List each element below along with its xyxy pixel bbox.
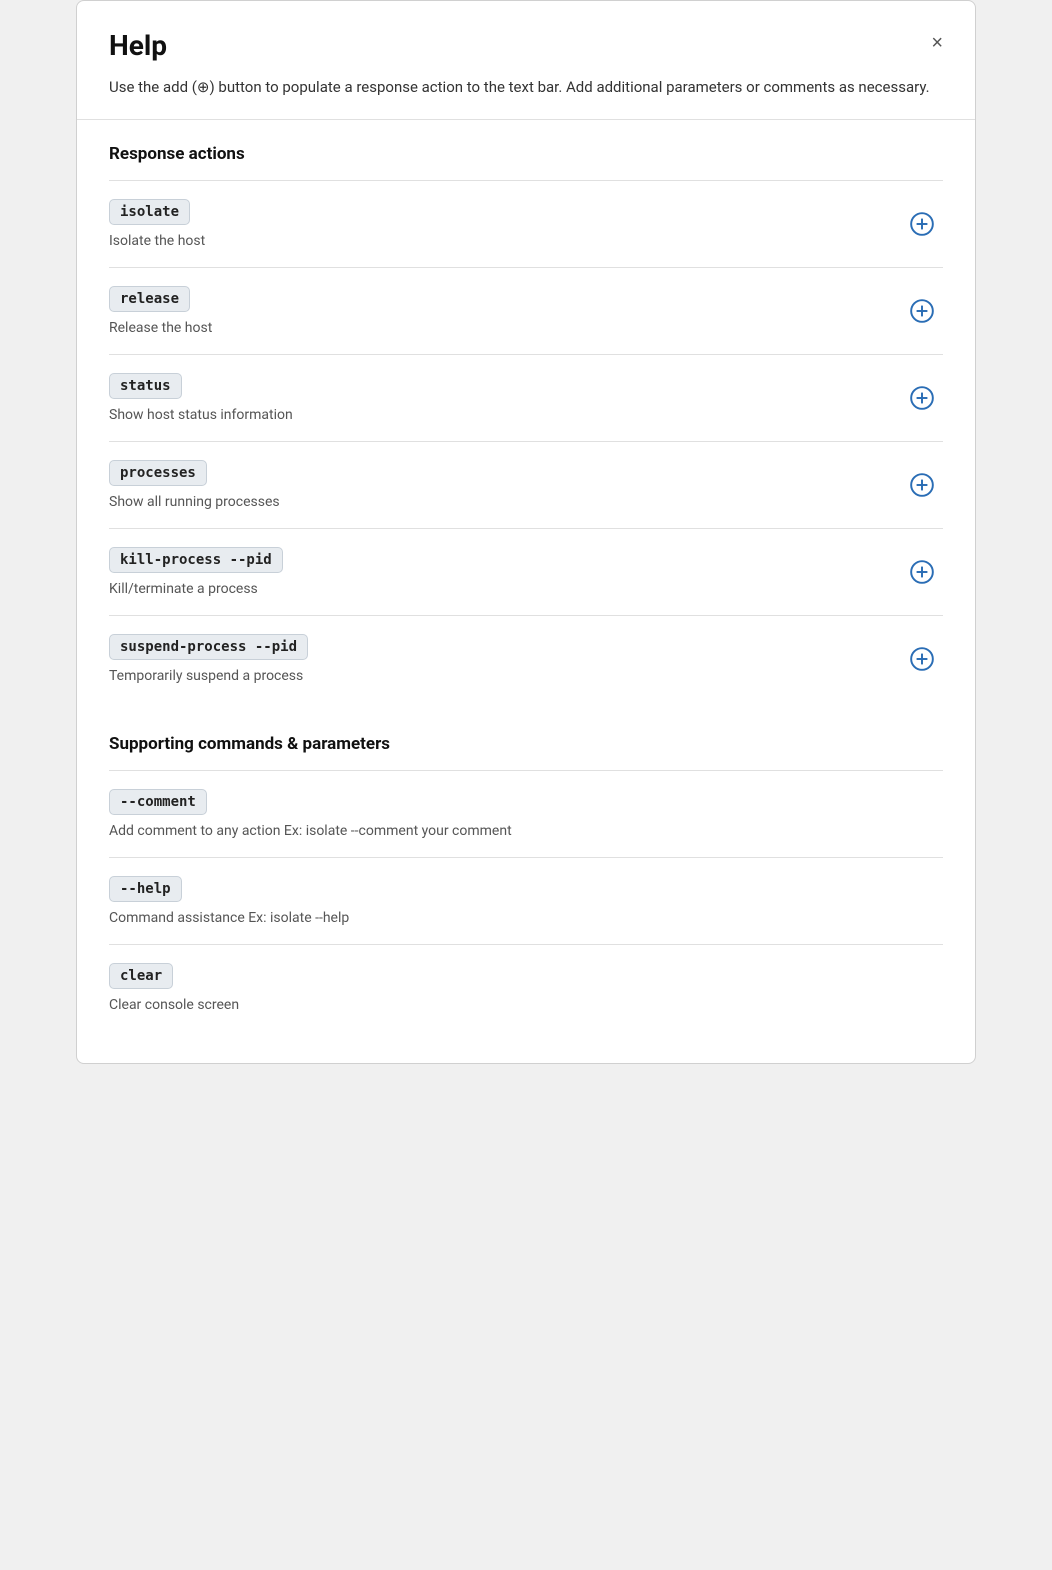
action-badge: release [109, 286, 190, 312]
add-action-button[interactable] [901, 294, 943, 328]
item-content: release Release the host [109, 286, 885, 336]
plus-circle-icon [909, 646, 935, 672]
add-action-button[interactable] [901, 207, 943, 241]
response-action-item: release Release the host [109, 267, 943, 354]
plus-circle-icon [909, 559, 935, 585]
supporting-section-title: Supporting commands & parameters [109, 734, 943, 754]
supporting-item: --help Command assistance Ex: isolate --… [109, 857, 943, 944]
add-action-button[interactable] [901, 642, 943, 676]
panel-title: Help [109, 29, 943, 62]
action-badge: isolate [109, 199, 190, 225]
action-badge: suspend-process --pid [109, 634, 308, 660]
response-actions-list: isolate Isolate the host release Release… [109, 180, 943, 702]
plus-circle-icon [909, 385, 935, 411]
supporting-item: --comment Add comment to any action Ex: … [109, 770, 943, 857]
supporting-item: clear Clear console screen [109, 944, 943, 1031]
response-action-item: processes Show all running processes [109, 441, 943, 528]
supporting-description: Command assistance Ex: isolate --help [109, 910, 943, 926]
item-content: processes Show all running processes [109, 460, 885, 510]
add-action-button[interactable] [901, 381, 943, 415]
item-content: isolate Isolate the host [109, 199, 885, 249]
supporting-badge: --comment [109, 789, 207, 815]
plus-circle-icon [909, 472, 935, 498]
add-action-button[interactable] [901, 555, 943, 589]
action-description: Show host status information [109, 407, 885, 423]
response-action-item: suspend-process --pid Temporarily suspen… [109, 615, 943, 702]
action-description: Temporarily suspend a process [109, 668, 885, 684]
action-badge: kill-process --pid [109, 547, 283, 573]
supporting-description: Clear console screen [109, 997, 943, 1013]
item-content: kill-process --pid Kill/terminate a proc… [109, 547, 885, 597]
scrollable-area: Response actions isolate Isolate the hos… [77, 120, 975, 1063]
response-action-item: isolate Isolate the host [109, 180, 943, 267]
close-button[interactable]: × [927, 29, 947, 57]
action-description: Show all running processes [109, 494, 885, 510]
supporting-badge: clear [109, 963, 173, 989]
supporting-description: Add comment to any action Ex: isolate --… [109, 823, 943, 839]
action-description: Isolate the host [109, 233, 885, 249]
panel-description: Use the add (⊕) button to populate a res… [109, 76, 943, 99]
action-badge: processes [109, 460, 207, 486]
add-action-button[interactable] [901, 468, 943, 502]
action-badge: status [109, 373, 182, 399]
supporting-badge: --help [109, 876, 182, 902]
plus-circle-icon [909, 298, 935, 324]
help-panel: Help Use the add (⊕) button to populate … [76, 0, 976, 1064]
response-actions-title: Response actions [109, 144, 943, 164]
plus-circle-icon [909, 211, 935, 237]
response-action-item: kill-process --pid Kill/terminate a proc… [109, 528, 943, 615]
response-action-item: status Show host status information [109, 354, 943, 441]
action-description: Kill/terminate a process [109, 581, 885, 597]
response-actions-section: Response actions isolate Isolate the hos… [77, 120, 975, 702]
supporting-list: --comment Add comment to any action Ex: … [109, 770, 943, 1031]
supporting-section: Supporting commands & parameters --comme… [77, 710, 975, 1063]
panel-header: Help Use the add (⊕) button to populate … [77, 1, 975, 120]
item-content: status Show host status information [109, 373, 885, 423]
item-content: suspend-process --pid Temporarily suspen… [109, 634, 885, 684]
action-description: Release the host [109, 320, 885, 336]
